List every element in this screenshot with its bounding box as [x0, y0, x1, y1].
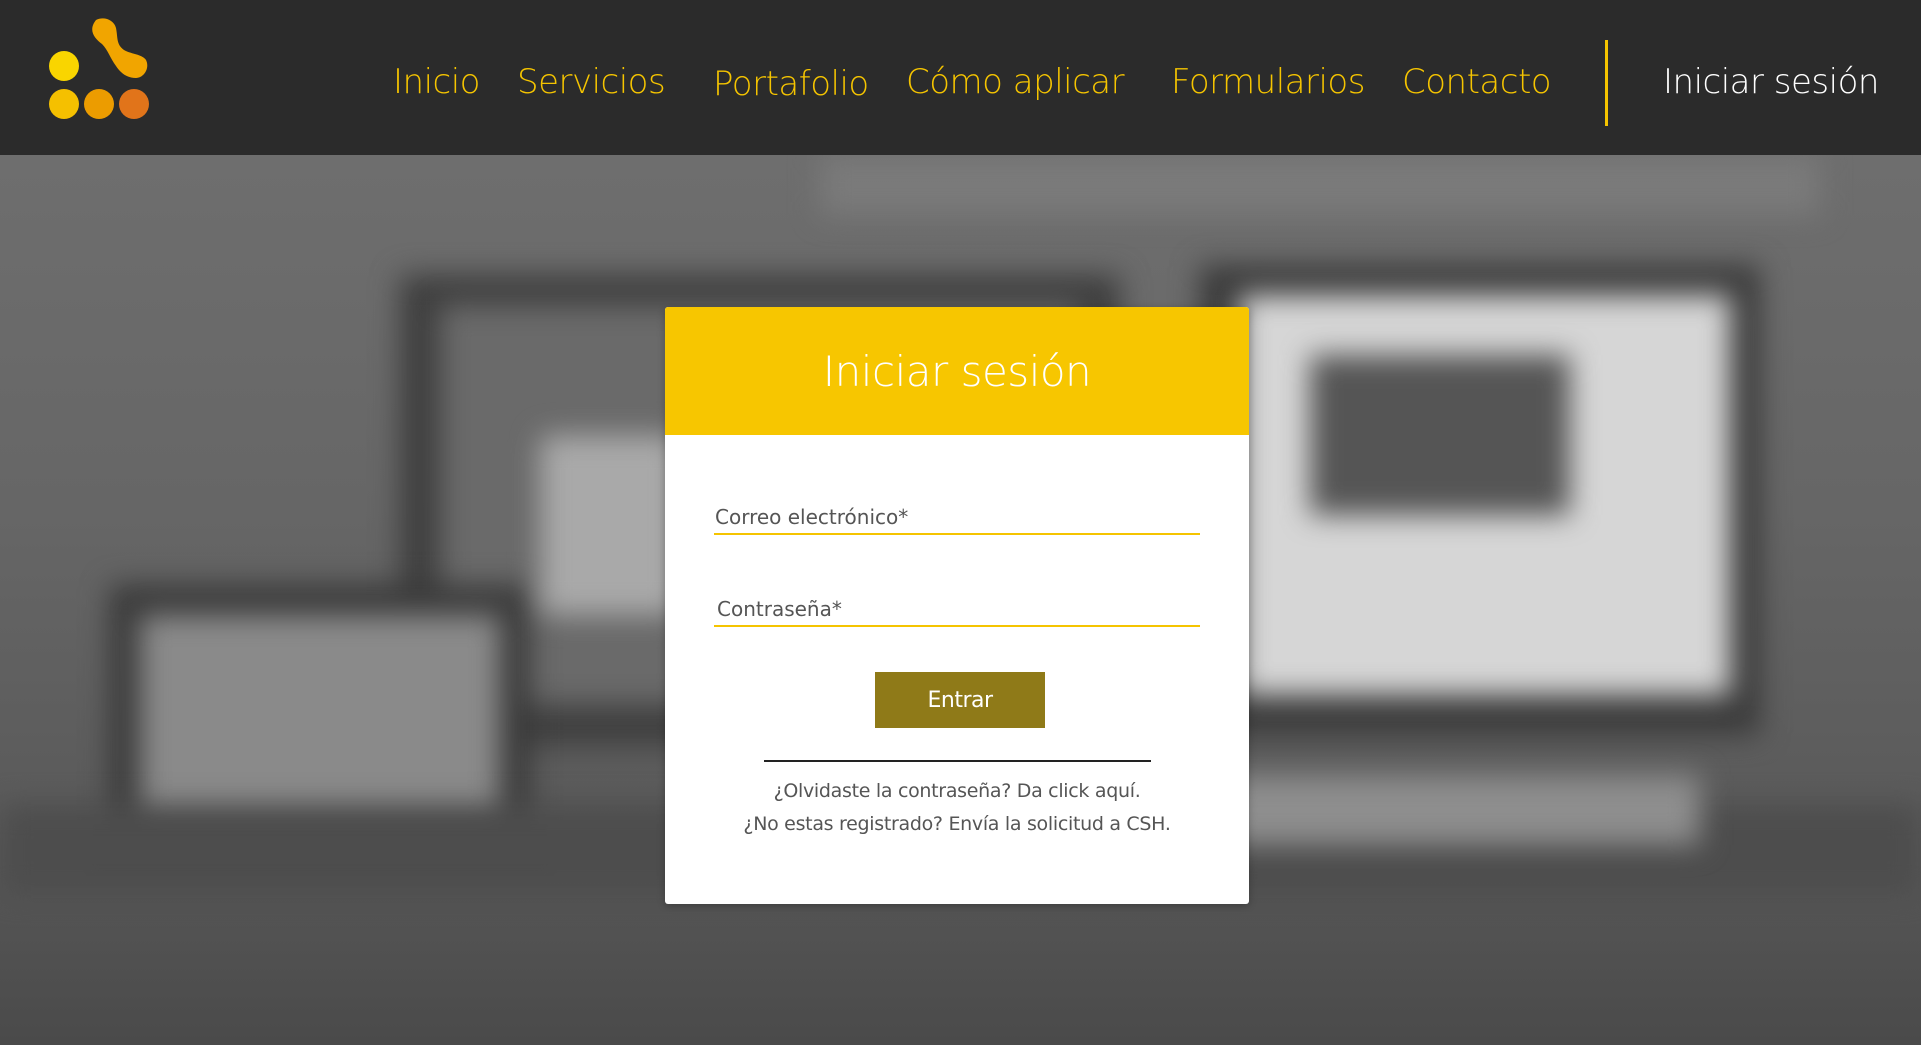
login-card-title: Iniciar sesión [822, 346, 1092, 396]
register-request-link[interactable]: ¿No estas registrado? Envía la solicitud… [665, 813, 1249, 835]
nav-item-inicio[interactable]: Inicio [393, 60, 480, 104]
nav-item-servicios[interactable]: Servicios [517, 60, 666, 104]
email-input[interactable] [714, 505, 1201, 533]
nav-item-iniciar-sesion[interactable]: Iniciar sesión [1663, 60, 1879, 104]
email-field [714, 505, 1201, 535]
nav-item-formularios[interactable]: Formularios [1171, 60, 1365, 104]
password-field [714, 597, 1201, 627]
nav-divider [1605, 40, 1608, 126]
main-nav: Inicio Servicios Portafolio Cómo aplicar… [0, 0, 1921, 155]
nav-item-contacto[interactable]: Contacto [1402, 60, 1552, 104]
divider [764, 760, 1151, 762]
login-card: Iniciar sesión Entrar ¿Olvidaste la cont… [665, 307, 1249, 904]
enter-button[interactable]: Entrar [875, 672, 1045, 728]
page: Inicio Servicios Portafolio Cómo aplicar… [0, 0, 1921, 1045]
login-card-header: Iniciar sesión [665, 307, 1249, 435]
nav-item-como-aplicar[interactable]: Cómo aplicar [906, 60, 1125, 104]
site-header: Inicio Servicios Portafolio Cómo aplicar… [0, 0, 1921, 155]
forgot-password-link[interactable]: ¿Olvidaste la contraseña? Da click aquí. [665, 780, 1249, 802]
nav-item-portafolio[interactable]: Portafolio [713, 62, 869, 106]
password-input[interactable] [716, 597, 1201, 625]
